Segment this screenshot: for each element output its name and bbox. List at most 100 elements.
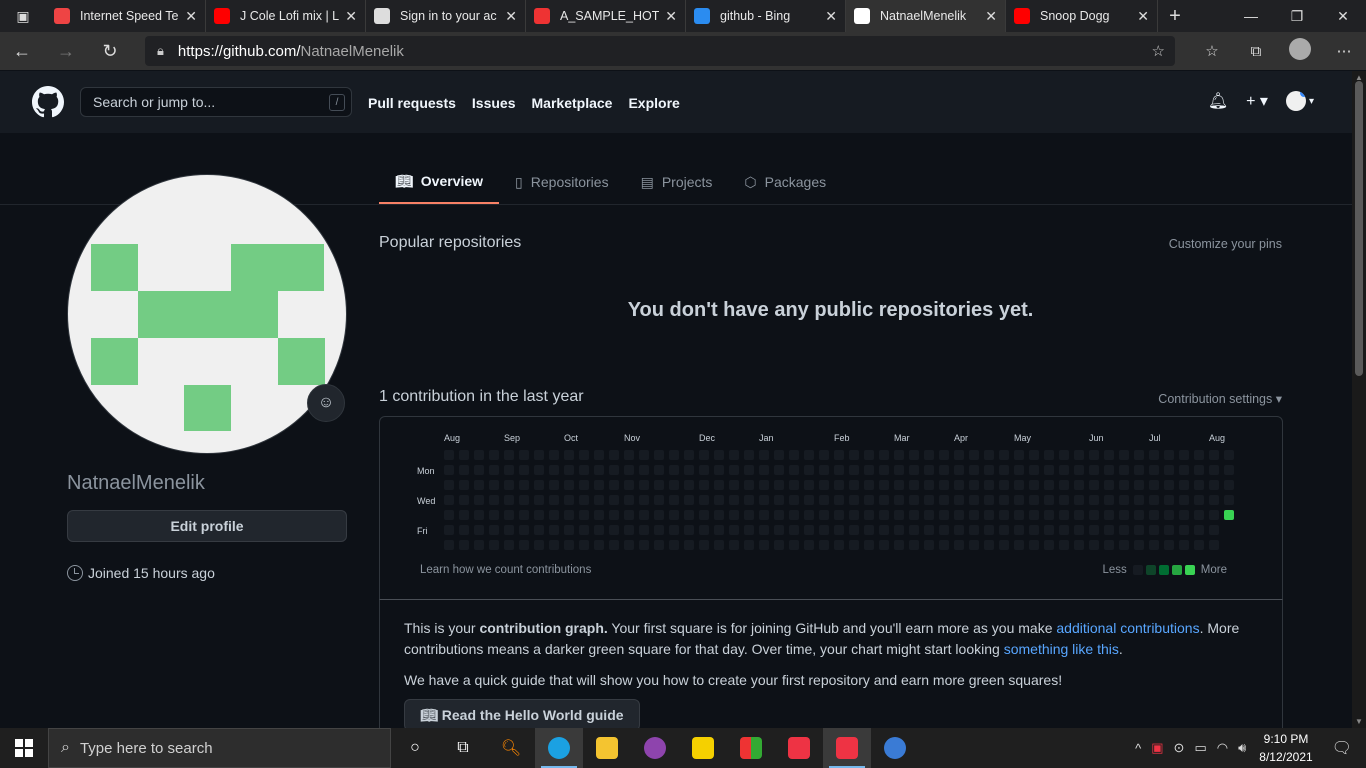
contribution-cell[interactable] (849, 465, 859, 475)
contribution-cell[interactable] (879, 480, 889, 490)
contribution-cell[interactable] (519, 450, 529, 460)
contribution-cell[interactable] (729, 450, 739, 460)
refresh-icon[interactable]: ↻ (88, 41, 132, 62)
contribution-cell[interactable] (1194, 540, 1204, 550)
contribution-cell[interactable] (1089, 465, 1099, 475)
contribution-cell[interactable] (1164, 465, 1174, 475)
contribution-cell[interactable] (1104, 450, 1114, 460)
contribution-cell[interactable] (909, 465, 919, 475)
contribution-cell[interactable] (894, 540, 904, 550)
paint-icon[interactable] (727, 728, 775, 768)
contribution-cell[interactable] (774, 540, 784, 550)
contribution-cell[interactable] (729, 510, 739, 520)
contribution-cell[interactable] (969, 480, 979, 490)
contribution-cell[interactable] (894, 495, 904, 505)
contribution-cell[interactable] (834, 480, 844, 490)
contribution-cell[interactable] (789, 495, 799, 505)
contribution-cell[interactable] (804, 540, 814, 550)
contribution-cell[interactable] (999, 450, 1009, 460)
contribution-cell[interactable] (1194, 525, 1204, 535)
contribution-cell[interactable] (924, 450, 934, 460)
contribution-cell[interactable] (834, 540, 844, 550)
learn-contributions-link[interactable]: Learn how we count contributions (420, 564, 591, 576)
contribution-cell[interactable] (1104, 525, 1114, 535)
new-tab-button[interactable]: + (1158, 5, 1192, 28)
contribution-cell[interactable] (1224, 480, 1234, 490)
contribution-cell[interactable] (984, 540, 994, 550)
contribution-cell[interactable] (444, 480, 454, 490)
contribution-cell[interactable] (1044, 510, 1054, 520)
contribution-cell[interactable] (519, 495, 529, 505)
contribution-cell[interactable] (879, 465, 889, 475)
contribution-cell[interactable] (879, 495, 889, 505)
contribution-cell[interactable] (774, 525, 784, 535)
contribution-cell[interactable] (999, 495, 1009, 505)
contribution-cell[interactable] (954, 510, 964, 520)
contribution-cell[interactable] (1179, 480, 1189, 490)
contribution-cell[interactable] (789, 525, 799, 535)
contribution-cell[interactable] (504, 525, 514, 535)
contribution-cell[interactable] (984, 465, 994, 475)
contribution-cell[interactable] (954, 450, 964, 460)
contribution-cell[interactable] (1194, 450, 1204, 460)
lock-icon[interactable]: 🔒︎ (157, 43, 164, 59)
contribution-cell[interactable] (609, 540, 619, 550)
contribution-cell[interactable] (894, 525, 904, 535)
contribution-cell[interactable] (1029, 450, 1039, 460)
contribution-cell[interactable] (729, 480, 739, 490)
contribution-cell[interactable] (1119, 450, 1129, 460)
contribution-cell[interactable] (969, 465, 979, 475)
contribution-cell[interactable] (879, 540, 889, 550)
browser-tab[interactable]: Sign in to your ac ✕ (366, 0, 526, 32)
contribution-cell[interactable] (474, 465, 484, 475)
contribution-cell[interactable] (534, 495, 544, 505)
tab-repositories[interactable]: ▯ Repositories (499, 160, 625, 204)
contribution-cell[interactable] (999, 540, 1009, 550)
contribution-cell[interactable] (1194, 480, 1204, 490)
contribution-cell[interactable] (624, 540, 634, 550)
tab-actions-icon[interactable]: ▣ (0, 0, 46, 32)
contribution-cell[interactable] (1224, 510, 1234, 520)
contribution-cell[interactable] (879, 450, 889, 460)
contribution-cell[interactable] (1014, 495, 1024, 505)
contribution-cell[interactable] (1209, 450, 1219, 460)
contribution-cell[interactable] (594, 465, 604, 475)
contribution-cell[interactable] (1089, 480, 1099, 490)
contribution-cell[interactable] (804, 495, 814, 505)
contribution-cell[interactable] (1149, 480, 1159, 490)
contribution-cell[interactable] (1014, 480, 1024, 490)
contribution-cell[interactable] (504, 450, 514, 460)
contribution-cell[interactable] (474, 480, 484, 490)
contribution-cell[interactable] (699, 540, 709, 550)
contribution-cell[interactable] (774, 480, 784, 490)
contribution-cell[interactable] (1044, 465, 1054, 475)
contribution-cell[interactable] (534, 450, 544, 460)
contribution-cell[interactable] (504, 540, 514, 550)
contribution-cell[interactable] (1029, 510, 1039, 520)
contribution-cell[interactable] (654, 480, 664, 490)
contribution-cell[interactable] (1029, 525, 1039, 535)
contribution-cell[interactable] (1134, 525, 1144, 535)
close-tab-icon[interactable]: ✕ (345, 8, 357, 25)
contribution-cell[interactable] (1059, 480, 1069, 490)
contribution-cell[interactable] (1029, 465, 1039, 475)
contribution-cell[interactable] (1134, 540, 1144, 550)
contribution-cell[interactable] (789, 540, 799, 550)
contribution-cell[interactable] (909, 495, 919, 505)
contribution-cell[interactable] (669, 450, 679, 460)
contribution-cell[interactable] (684, 465, 694, 475)
contribution-cell[interactable] (459, 525, 469, 535)
contribution-cell[interactable] (1119, 495, 1129, 505)
contribution-cell[interactable] (1209, 525, 1219, 535)
cortana-icon[interactable]: ○ (391, 728, 439, 768)
contribution-cell[interactable] (849, 450, 859, 460)
contribution-cell[interactable] (894, 450, 904, 460)
contribution-cell[interactable] (804, 465, 814, 475)
contribution-cell[interactable] (1059, 495, 1069, 505)
contribution-cell[interactable] (1014, 540, 1024, 550)
search-input[interactable]: Search or jump to... / (80, 87, 352, 117)
contribution-cell[interactable] (489, 510, 499, 520)
contribution-cell[interactable] (1179, 450, 1189, 460)
contribution-cell[interactable] (684, 495, 694, 505)
contribution-cell[interactable] (1014, 525, 1024, 535)
